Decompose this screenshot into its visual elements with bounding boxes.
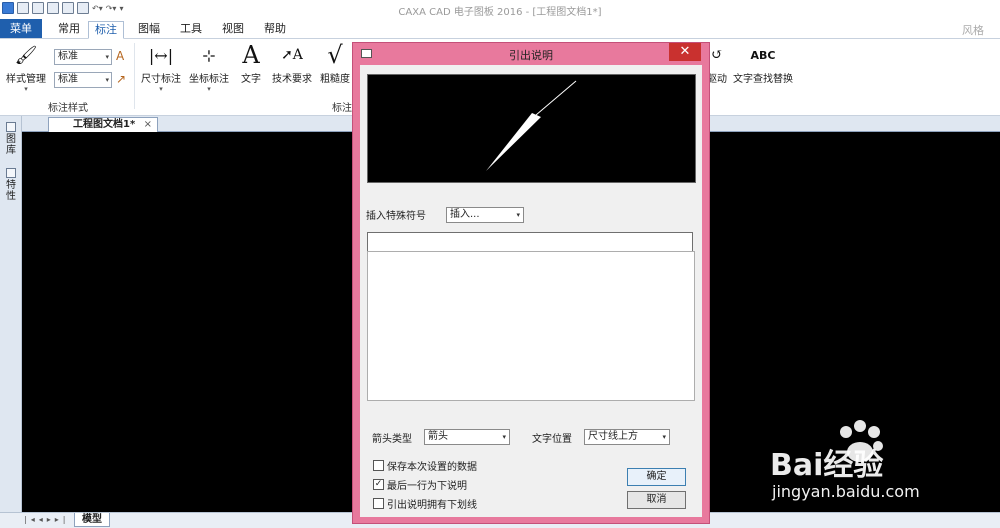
leader-note-dialog: 引出说明 ✕ 插入特殊符号 插入... ▾ 箭头类型 箭头 ▾ 文字位置 尺寸线上方… bbox=[352, 42, 710, 524]
dialog-body: 插入特殊符号 插入... ▾ 箭头类型 箭头 ▾ 文字位置 尺寸线上方 ▾ 保存本次设… bbox=[360, 65, 702, 517]
close-icon[interactable]: × bbox=[144, 118, 152, 131]
leader-arrow-preview bbox=[486, 80, 577, 171]
group-divider bbox=[134, 43, 135, 109]
document-tab[interactable]: 工程图文档1* × bbox=[48, 117, 158, 132]
tab-help[interactable]: 帮助 bbox=[258, 21, 292, 39]
watermark-logo: Bai经验 bbox=[770, 448, 884, 483]
last-line-checkbox[interactable]: ✓ 最后一行为下说明 bbox=[373, 477, 467, 492]
sheet-nav-arrows[interactable]: |◂◂▸▸| bbox=[24, 515, 69, 524]
text-find-replace-button[interactable]: ABC 文字查找替换 bbox=[732, 43, 794, 86]
dialog-title: 引出说明 bbox=[509, 49, 553, 62]
note-text-area[interactable] bbox=[367, 251, 695, 401]
checkbox-box[interactable]: ✓ bbox=[373, 479, 384, 490]
ok-button[interactable]: 确定 bbox=[627, 468, 686, 486]
note-line-input[interactable] bbox=[367, 232, 693, 252]
text-position-dropdown[interactable]: 尺寸线上方 ▾ bbox=[584, 429, 670, 445]
checkbox-box[interactable] bbox=[373, 498, 384, 509]
roughness-button[interactable]: √ 粗糙度 bbox=[318, 41, 352, 85]
style-manage-icon: 🖌 bbox=[14, 44, 38, 66]
style-group-label: 标注样式 bbox=[48, 103, 88, 114]
tab-annotation[interactable]: 标注 bbox=[88, 21, 124, 39]
close-button[interactable]: ✕ bbox=[669, 43, 701, 61]
tech-requirement-icon: ➚A bbox=[281, 47, 303, 63]
title-bar: ↶▾ ↷▾ ▾ CAXA CAD 电子图板 2016 - [工程图文档1*] bbox=[0, 0, 1000, 18]
text-button[interactable]: A 文字 bbox=[236, 41, 266, 85]
style-manage-button[interactable]: 🖌 样式管理 ▾ bbox=[4, 43, 48, 94]
checkbox-box[interactable] bbox=[373, 460, 384, 471]
style-label[interactable]: 风格 bbox=[962, 22, 984, 38]
dimension-icon: |↔| bbox=[148, 45, 174, 65]
tab-menu[interactable]: 菜单 bbox=[0, 19, 42, 38]
arrow-type-label: 箭头类型 bbox=[372, 434, 412, 445]
save-settings-checkbox[interactable]: 保存本次设置的数据 bbox=[373, 458, 477, 473]
model-tab[interactable]: 模型 bbox=[74, 513, 110, 527]
dialog-title-bar[interactable]: 引出说明 ✕ bbox=[353, 43, 709, 65]
chevron-down-icon: ▾ bbox=[105, 53, 109, 61]
watermark-url: jingyan.baidu.com bbox=[772, 482, 920, 501]
tab-sheet[interactable]: 图幅 bbox=[132, 21, 166, 39]
cancel-button[interactable]: 取消 bbox=[627, 491, 686, 509]
window-title: CAXA CAD 电子图板 2016 - [工程图文档1*] bbox=[398, 7, 602, 18]
left-dock-panel: 图库 特性 bbox=[0, 116, 22, 512]
chevron-down-icon: ▾ bbox=[105, 76, 109, 84]
preview-pane bbox=[367, 74, 696, 183]
properties-icon bbox=[6, 168, 16, 178]
insert-special-label: 插入特殊符号 bbox=[366, 211, 426, 222]
library-dock-tab[interactable]: 图库 bbox=[5, 122, 17, 156]
properties-dock-tab[interactable]: 特性 bbox=[5, 168, 17, 202]
library-icon bbox=[6, 122, 16, 132]
text-style-select[interactable]: 标准 ▾ bbox=[54, 49, 112, 65]
watermark: Bai经验 jingyan.baidu.com bbox=[770, 420, 990, 520]
chevron-down-icon: ▾ bbox=[502, 433, 506, 441]
roughness-icon: √ bbox=[327, 41, 343, 69]
coordinate-button[interactable]: ⊹ 坐标标注 ▾ bbox=[188, 43, 230, 94]
tab-tools[interactable]: 工具 bbox=[174, 21, 208, 39]
dim-style-select[interactable]: 标准 ▾ bbox=[54, 72, 112, 88]
text-icon: A bbox=[242, 41, 260, 69]
ribbon-tab-bar: 菜单 常用 标注 图幅 工具 视图 帮助 风格 bbox=[0, 19, 1000, 39]
tab-common[interactable]: 常用 bbox=[52, 21, 86, 39]
text-style-icon[interactable]: A bbox=[116, 49, 130, 63]
chevron-down-icon: ▾ bbox=[662, 433, 666, 441]
dimension-button[interactable]: |↔| 尺寸标注 ▾ bbox=[140, 43, 182, 94]
annotation-group-label: 标注 bbox=[332, 103, 352, 114]
arrow-type-dropdown[interactable]: 箭头 ▾ bbox=[424, 429, 510, 445]
dim-style-icon[interactable]: ↗ bbox=[116, 72, 130, 86]
magnifier-abc-icon: ABC bbox=[750, 48, 776, 62]
chevron-down-icon: ▾ bbox=[516, 211, 520, 219]
tab-view[interactable]: 视图 bbox=[216, 21, 250, 39]
text-position-label: 文字位置 bbox=[532, 434, 572, 445]
insert-special-dropdown[interactable]: 插入... ▾ bbox=[446, 207, 524, 223]
underline-checkbox[interactable]: 引出说明拥有下划线 bbox=[373, 496, 477, 511]
tech-requirement-button[interactable]: ➚A 技术要求 bbox=[270, 43, 314, 85]
coordinate-icon: ⊹ bbox=[202, 45, 216, 65]
